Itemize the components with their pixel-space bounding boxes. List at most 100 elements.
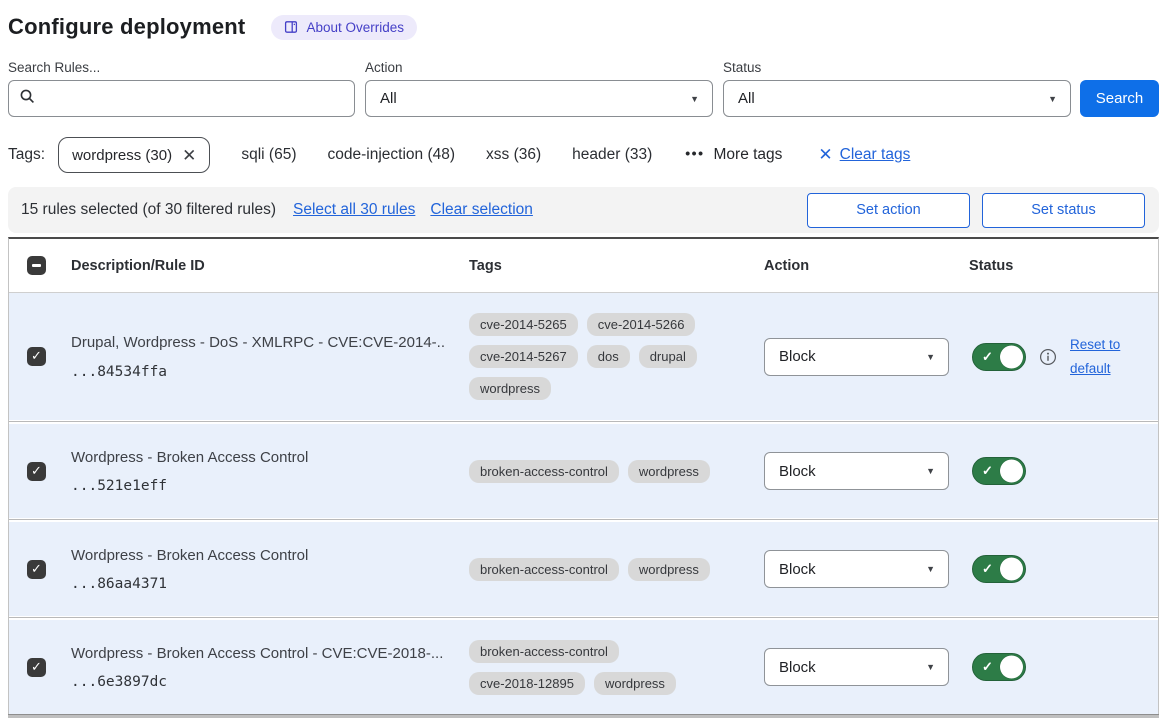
book-icon — [284, 20, 298, 34]
table-row: ✓ Wordpress - Broken Access Control ...8… — [9, 522, 1158, 616]
action-filter-field: Action All ▼ — [365, 60, 713, 117]
row-tags: broken-access-controlwordpress — [469, 558, 721, 581]
select-all-link[interactable]: Select all 30 rules — [293, 201, 415, 219]
status-toggle[interactable]: ✓ — [972, 555, 1026, 583]
tags-bar: Tags: wordpress (30) ✕ sqli (65) code-in… — [8, 136, 1159, 174]
checkmark-icon: ✓ — [982, 349, 993, 365]
tag-pill: drupal — [639, 345, 697, 368]
checkmark-icon: ✓ — [31, 464, 42, 477]
action-select-value: Block — [779, 348, 816, 365]
description-cell: Wordpress - Broken Access Control - CVE:… — [66, 644, 464, 691]
info-icon[interactable] — [1039, 348, 1057, 366]
rules-table: Description/Rule ID Tags Action Status ✓… — [8, 237, 1159, 715]
tag-option-header[interactable]: header (33) — [572, 146, 652, 164]
tag-pill: dos — [587, 345, 630, 368]
tag-pill: wordpress — [628, 558, 710, 581]
checkmark-icon: ✓ — [31, 562, 42, 575]
about-overrides-badge[interactable]: About Overrides — [271, 15, 417, 40]
tag-option-code-injection[interactable]: code-injection (48) — [328, 146, 456, 164]
tag-pill: broken-access-control — [469, 460, 619, 483]
action-select-value: Block — [779, 463, 816, 480]
column-tags: Tags — [464, 258, 759, 274]
row-rule-id: ...6e3897dc — [71, 674, 446, 690]
row-checkbox[interactable]: ✓ — [27, 658, 46, 677]
action-cell: Block ▼ — [759, 648, 959, 686]
row-separator — [9, 518, 1158, 522]
reset-to-default-link[interactable]: Reset to default — [1070, 333, 1134, 380]
checkmark-icon: ✓ — [31, 349, 42, 362]
column-status: Status — [959, 258, 1158, 274]
checkmark-icon: ✓ — [982, 561, 993, 577]
status-cell: ✓ — [959, 555, 1158, 583]
more-tags-label: More tags — [714, 146, 783, 164]
selected-tag-wordpress[interactable]: wordpress (30) ✕ — [58, 137, 210, 173]
row-separator — [9, 616, 1158, 620]
selection-summary: 15 rules selected (of 30 filtered rules) — [21, 201, 276, 219]
remove-tag-icon[interactable]: ✕ — [182, 147, 196, 164]
status-filter-field: Status All ▼ — [723, 60, 1071, 117]
row-rule-id: ...86aa4371 — [71, 576, 446, 592]
close-icon: ✕ — [818, 145, 832, 165]
row-checkbox[interactable]: ✓ — [27, 560, 46, 579]
action-select[interactable]: Block ▼ — [764, 550, 949, 588]
search-input[interactable] — [8, 80, 355, 117]
tags-bar-label: Tags: — [8, 146, 45, 164]
row-rule-id: ...521e1eff — [71, 478, 446, 494]
configure-deployment-page: Configure deployment About Overrides Sea… — [0, 0, 1167, 718]
tag-pill: cve-2014-5266 — [587, 313, 696, 336]
clear-tags-label: Clear tags — [840, 146, 911, 164]
about-overrides-label: About Overrides — [306, 20, 404, 35]
tag-pill: broken-access-control — [469, 640, 619, 663]
set-action-button[interactable]: Set action — [807, 193, 970, 228]
action-cell: Block ▼ — [759, 452, 959, 490]
column-action: Action — [759, 258, 959, 274]
action-filter-label: Action — [365, 60, 713, 75]
action-select[interactable]: Block ▼ — [764, 452, 949, 490]
description-cell: Drupal, Wordpress - DoS - XMLRPC - CVE:C… — [66, 333, 464, 380]
select-all-checkbox[interactable] — [27, 256, 46, 275]
action-filter-select[interactable]: All ▼ — [365, 80, 713, 117]
table-bottom-edge — [8, 714, 1159, 718]
tag-pill: cve-2018-12895 — [469, 672, 585, 695]
column-description: Description/Rule ID — [66, 258, 464, 274]
status-toggle[interactable]: ✓ — [972, 653, 1026, 681]
action-select-value: Block — [779, 659, 816, 676]
chevron-down-icon: ▼ — [926, 352, 935, 362]
search-field: Search Rules... — [8, 60, 355, 117]
table-row: ✓ Wordpress - Broken Access Control ...5… — [9, 424, 1158, 518]
tags-cell: cve-2014-5265cve-2014-5266cve-2014-5267d… — [464, 313, 759, 400]
toggle-knob — [1000, 656, 1023, 679]
set-status-button[interactable]: Set status — [982, 193, 1145, 228]
table-body: ✓ Drupal, Wordpress - DoS - XMLRPC - CVE… — [9, 293, 1158, 714]
tag-pill: wordpress — [628, 460, 710, 483]
checkmark-icon: ✓ — [982, 659, 993, 675]
row-checkbox[interactable]: ✓ — [27, 462, 46, 481]
tag-option-xss[interactable]: xss (36) — [486, 146, 541, 164]
action-select[interactable]: Block ▼ — [764, 338, 949, 376]
chevron-down-icon: ▼ — [690, 94, 699, 104]
tags-cell: broken-access-control wordpress — [464, 460, 759, 483]
tags-cell: broken-access-controlcve-2018-12895wordp… — [464, 640, 759, 695]
more-tags-button[interactable]: ••• More tags — [685, 146, 782, 164]
page-header: Configure deployment About Overrides — [8, 10, 1159, 44]
action-cell: Block ▼ — [759, 550, 959, 588]
status-toggle[interactable]: ✓ — [972, 343, 1026, 371]
tag-pill: wordpress — [469, 377, 551, 400]
status-toggle[interactable]: ✓ — [972, 457, 1026, 485]
tag-option-sqli[interactable]: sqli (65) — [241, 146, 296, 164]
selection-bar: 15 rules selected (of 30 filtered rules)… — [8, 187, 1159, 233]
action-select[interactable]: Block ▼ — [764, 648, 949, 686]
action-cell: Block ▼ — [759, 338, 959, 376]
row-checkbox[interactable]: ✓ — [27, 347, 46, 366]
tag-pill: cve-2014-5265 — [469, 313, 578, 336]
status-filter-label: Status — [723, 60, 1071, 75]
clear-tags-link[interactable]: ✕ Clear tags — [818, 145, 910, 165]
table-row: ✓ Drupal, Wordpress - DoS - XMLRPC - CVE… — [9, 293, 1158, 420]
row-tags: cve-2014-5265cve-2014-5266cve-2014-5267d… — [469, 313, 721, 400]
status-filter-select[interactable]: All ▼ — [723, 80, 1071, 117]
status-cell: ✓ Reset to default — [959, 333, 1158, 380]
search-icon — [19, 88, 36, 110]
search-button[interactable]: Search — [1080, 80, 1159, 117]
clear-selection-link[interactable]: Clear selection — [430, 201, 533, 219]
toggle-knob — [1000, 558, 1023, 581]
